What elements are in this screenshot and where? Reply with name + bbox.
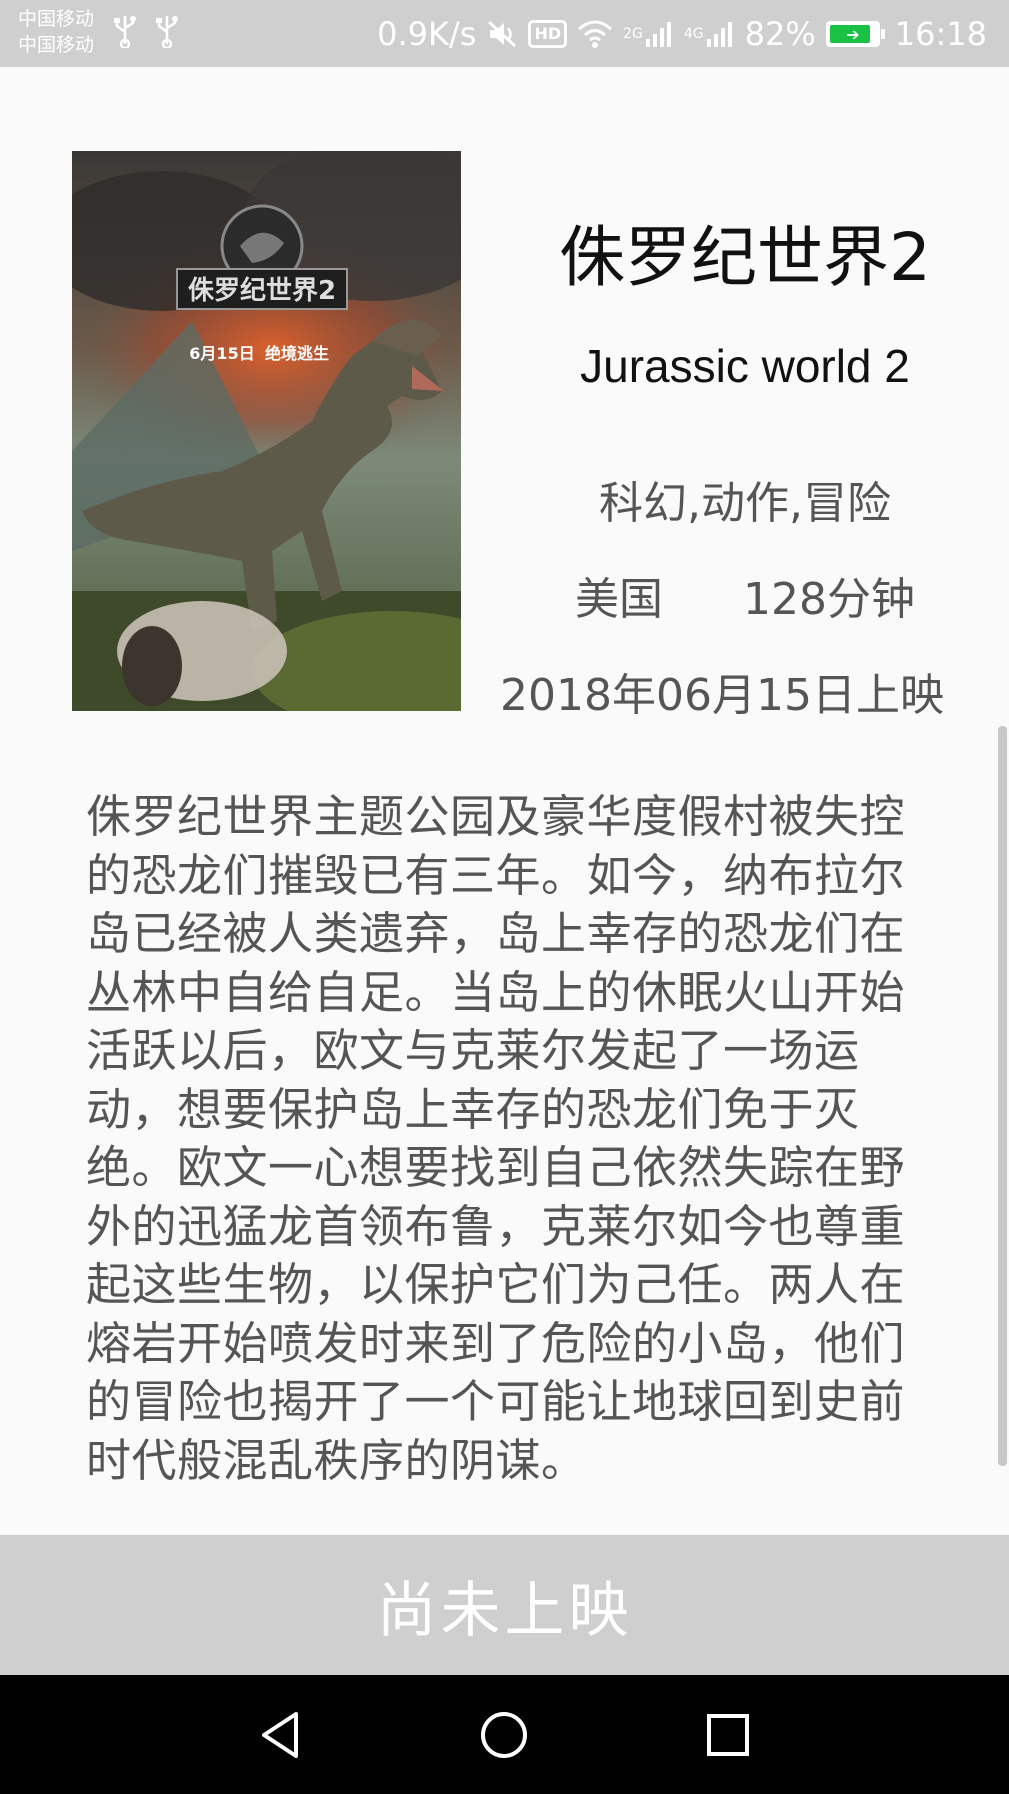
carrier-1: 中国移动: [18, 8, 95, 30]
sim2-type: 4G: [683, 26, 704, 42]
scrollbar[interactable]: [998, 726, 1007, 1466]
hd-icon: HD: [528, 20, 568, 48]
wifi-icon: [577, 19, 613, 49]
battery-percent: 82%: [744, 15, 816, 53]
poster-tagline: 绝境逃生: [265, 344, 329, 363]
movie-synopsis: 侏罗纪世界主题公园及豪华度假村被失控的恐龙们摧毁已有三年。如今，纳布拉尔岛已经被…: [86, 790, 906, 1487]
mute-icon: [486, 18, 518, 50]
movie-release-date: 2018年06月15日上映: [500, 670, 944, 721]
status-bar: 中国移动 中国移动 0.9K/s HD 2G 4G 82% ➔ 16:18: [0, 0, 1009, 67]
back-icon[interactable]: [220, 1675, 340, 1794]
movie-genres: 科幻,动作,冒险: [599, 478, 891, 529]
battery-icon: ➔: [825, 21, 885, 47]
movie-english-title: Jurassic world 2: [580, 340, 910, 392]
status-button[interactable]: 尚未上映: [0, 1535, 1009, 1675]
usb-icon: [112, 14, 138, 57]
movie-poster: 侏罗纪世界2 6月15日 绝境逃生: [72, 151, 461, 711]
usb-icon: [154, 14, 180, 57]
net-speed: 0.9K/s: [377, 15, 477, 53]
movie-meta: 美国 128分钟: [490, 572, 1000, 628]
status-icons: 0.9K/s HD 2G 4G 82% ➔ 16:18: [377, 10, 987, 58]
movie-duration: 128分钟: [743, 574, 915, 625]
home-icon[interactable]: [444, 1675, 564, 1794]
signal-icon: 2G: [623, 19, 674, 49]
synopsis-scroll-area[interactable]: 侏罗纪世界主题公园及豪华度假村被失控的恐龙们摧毁已有三年。如今，纳布拉尔岛已经被…: [86, 788, 926, 1508]
recents-icon[interactable]: [668, 1675, 788, 1794]
navigation-bar: [0, 1675, 1009, 1794]
poster-date-text: 6月15日: [189, 344, 254, 363]
carrier-labels: 中国移动 中国移动: [18, 6, 94, 58]
movie-title: 侏罗纪世界2: [559, 219, 931, 296]
signal-icon: 4G: [684, 19, 735, 49]
movie-country: 美国: [575, 574, 663, 625]
poster-logo-text: 侏罗纪世界2: [188, 275, 336, 306]
carrier-2: 中国移动: [18, 34, 95, 56]
sim1-type: 2G: [623, 26, 643, 42]
clock: 16:18: [894, 15, 987, 53]
